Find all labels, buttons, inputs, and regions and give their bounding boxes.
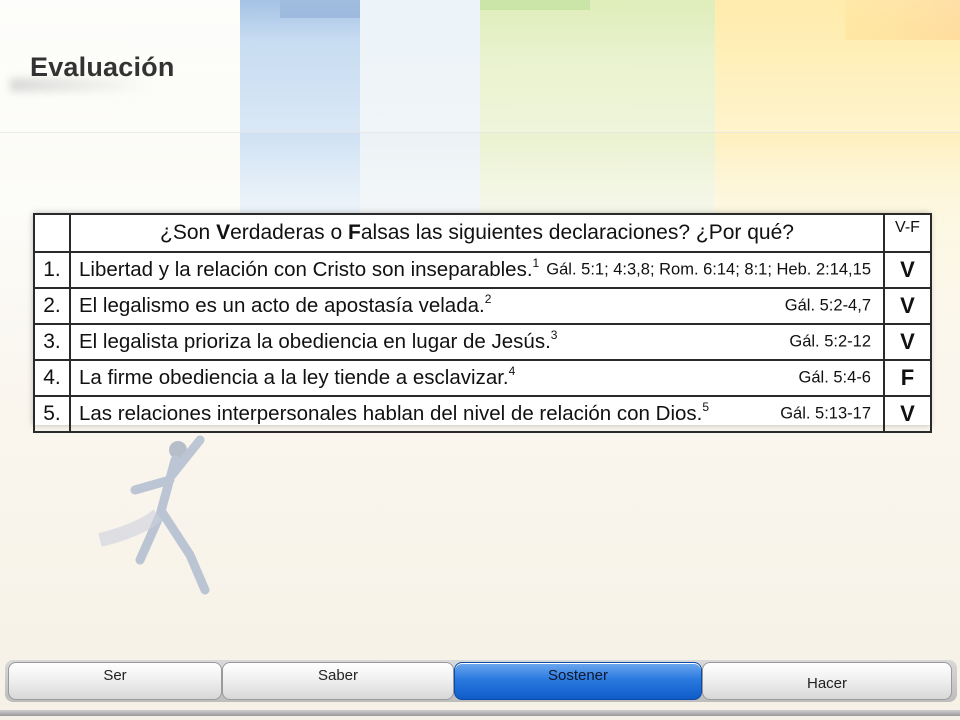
- footnote-marker: 5: [702, 400, 710, 414]
- footnote-marker: 1: [532, 256, 540, 270]
- table-row: 4. La firme obediencia a la ley tiende a…: [33, 359, 932, 397]
- row-content: Las relaciones interpersonales hablan de…: [69, 395, 885, 433]
- statement-text: Libertad y la relación con Cristo son in…: [79, 258, 533, 281]
- row-answer: V: [883, 251, 932, 289]
- tab-label: Saber: [317, 666, 359, 684]
- row-number: 5.: [33, 395, 71, 433]
- row-answer: F: [883, 359, 932, 397]
- row-content: El legalista prioriza la obediencia en l…: [69, 323, 885, 361]
- row-number: 4.: [33, 359, 71, 397]
- table-row: 1. Libertad y la relación con Cristo son…: [33, 251, 932, 289]
- bottom-rule: [0, 710, 960, 716]
- evaluation-table: ¿Son Verdaderas o Falsas las siguientes …: [33, 213, 932, 433]
- row-content: La firme obediencia a la ley tiende a es…: [69, 359, 885, 397]
- tab-ser[interactable]: Ser: [8, 662, 222, 700]
- header-question-f: F: [348, 221, 361, 244]
- evaluation-grid: ¿Son Verdaderas o Falsas las siguientes …: [33, 213, 932, 433]
- header-question-mid: erdaderas o: [230, 221, 349, 244]
- table-header-row: ¿Son Verdaderas o Falsas las siguientes …: [33, 213, 932, 253]
- statement-text: Las relaciones interpersonales hablan de…: [79, 402, 703, 425]
- page-title: Evaluación: [30, 52, 175, 82]
- header-num-cell: [33, 213, 71, 253]
- table-row: 5. Las relaciones interpersonales hablan…: [33, 395, 932, 433]
- table-row: 2. El legalismo es un acto de apostasía …: [33, 287, 932, 325]
- tab-saber[interactable]: Saber: [222, 662, 454, 700]
- row-statement: El legalista prioriza la obediencia en l…: [79, 328, 558, 353]
- row-statement: La firme obediencia a la ley tiende a es…: [79, 364, 516, 389]
- header-question-pre: ¿Son: [160, 221, 217, 244]
- tab-hacer[interactable]: Hacer: [702, 662, 952, 700]
- footnote-marker: 3: [550, 328, 558, 342]
- tab-label: Ser: [103, 666, 127, 684]
- row-reference: Gál. 5:2-12: [789, 332, 871, 351]
- row-statement: El legalismo es un acto de apostasía vel…: [79, 292, 492, 317]
- row-content: El legalismo es un acto de apostasía vel…: [69, 287, 885, 325]
- row-answer: V: [883, 323, 932, 361]
- header-question-post: alsas las siguientes declaraciones? ¿Por…: [360, 221, 794, 244]
- row-reference: Gál. 5:2-4,7: [784, 296, 871, 315]
- row-content: Libertad y la relación con Cristo son in…: [69, 251, 885, 289]
- row-answer: V: [883, 287, 932, 325]
- row-reference: Gál. 5:1; 4:3,8; Rom. 6:14; 8:1; Heb. 2:…: [546, 260, 871, 279]
- row-number: 2.: [33, 287, 71, 325]
- tab-label: Sostener: [547, 666, 609, 684]
- statement-text: El legalista prioriza la obediencia en l…: [79, 330, 551, 353]
- row-reference: Gál. 5:4-6: [798, 368, 871, 387]
- row-statement: Las relaciones interpersonales hablan de…: [79, 400, 710, 425]
- header-question-cell: ¿Son Verdaderas o Falsas las siguientes …: [69, 213, 885, 253]
- row-number: 1.: [33, 251, 71, 289]
- tab-label: Hacer: [806, 674, 847, 692]
- footnote-marker: 2: [484, 292, 492, 306]
- footnote-marker: 4: [508, 364, 516, 378]
- runner-figure-image: [98, 435, 210, 595]
- header-question-v: V: [216, 221, 231, 244]
- statement-text: La firme obediencia a la ley tiende a es…: [79, 366, 509, 389]
- row-reference: Gál. 5:13-17: [780, 404, 871, 423]
- statement-text: El legalismo es un acto de apostasía vel…: [79, 294, 485, 317]
- tab-sostener[interactable]: Sostener: [454, 662, 702, 700]
- row-statement: Libertad y la relación con Cristo son in…: [79, 256, 540, 281]
- row-number: 3.: [33, 323, 71, 361]
- header-vf-cell: V-F: [883, 213, 932, 253]
- row-answer: V: [883, 395, 932, 433]
- table-row: 3. El legalista prioriza la obediencia e…: [33, 323, 932, 361]
